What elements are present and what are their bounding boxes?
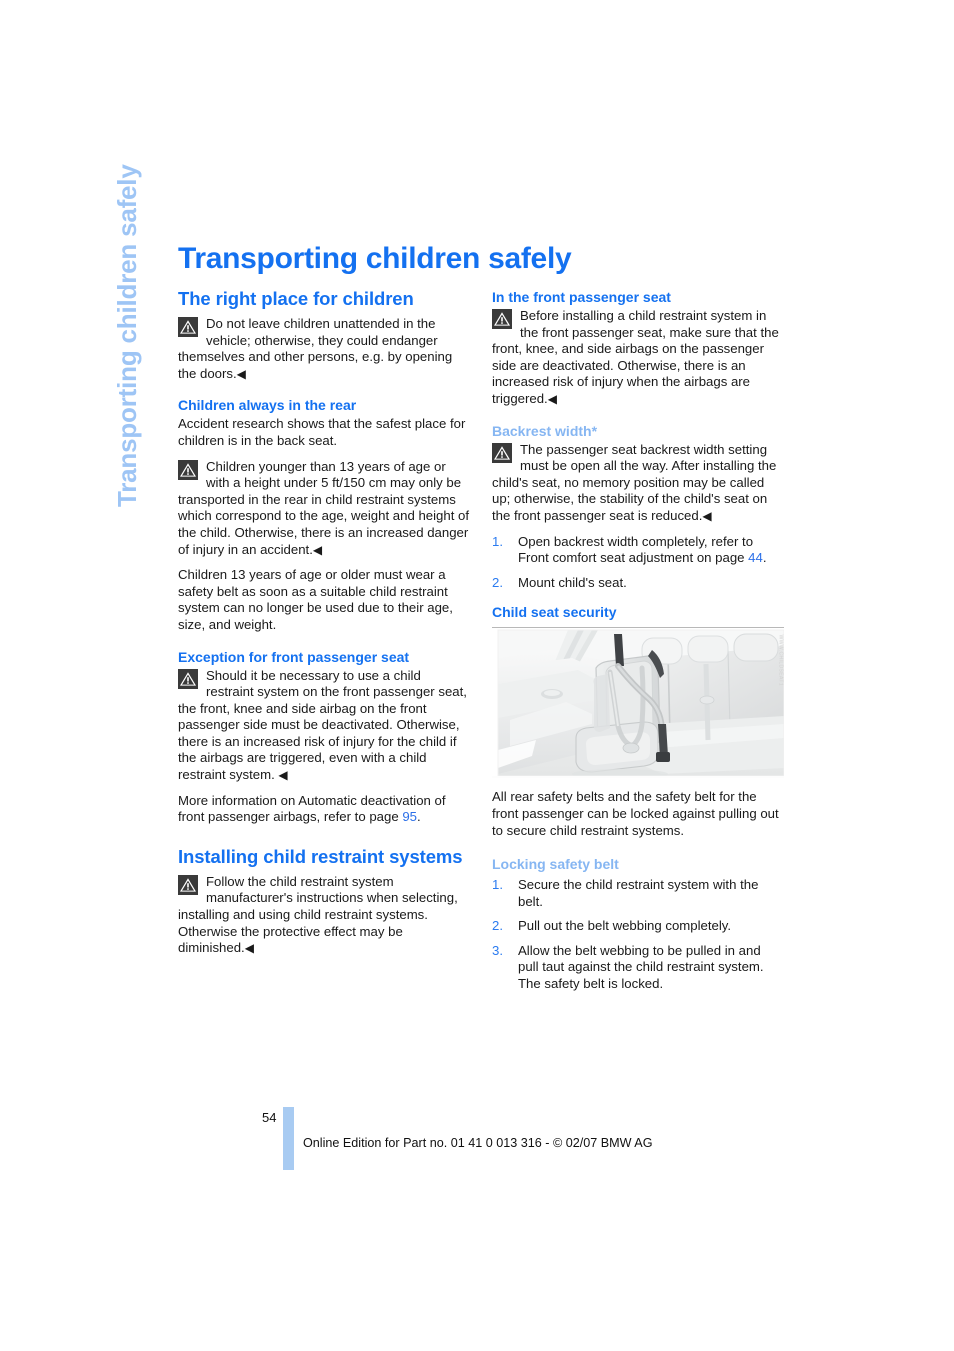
subheading-children-always-rear: Children always in the rear [178,397,357,414]
end-mark: ◀ [236,366,246,381]
warning-paragraph-backrest-width: The passenger seat backrest width settin… [492,442,784,525]
list-item: 3. Allow the belt webbing to be pulled in… [492,943,784,993]
step-text: Secure the child restraint system with t… [518,877,759,909]
step-text: Open backrest width completely, refer to… [518,533,754,566]
warning-triangle-icon [178,668,198,689]
warning-paragraph-unattended: Do not leave children unattended in the … [178,316,470,382]
warning-paragraph-manufacturer: Follow the child restraint system manufa… [178,874,470,957]
warning-triangle-icon [178,317,198,337]
page-reference-44[interactable]: 44 [748,550,763,565]
end-mark: ◀ [244,941,254,956]
right-column: In the front passenger seat Before insta… [492,288,784,1002]
page-title: Transporting children safely [178,242,572,276]
subheading-in-front-passenger-seat: In the front passenger seat [492,289,671,305]
end-mark: ◀ [702,508,712,523]
list-item: 2. Mount child's seat. [492,575,784,592]
list-item: 1. Secure the child restraint system with… [492,877,784,910]
paragraph-accident-research: Accident research shows that the safest … [178,416,466,448]
list-item: 2. Pull out the belt webbing completely. [492,918,784,935]
warning-text: Do not leave children unattended in the … [178,316,453,381]
list-item: 1. Open backrest width completely, refer … [492,534,784,567]
warning-triangle-icon [492,309,512,329]
subheading-backrest-width: Backrest width* [492,422,598,439]
figure-code-watermark: WWW.CHILDSEAT1 [777,634,783,687]
section-heading-right-place: The right place for children [178,288,414,309]
section-heading-installing-systems: Installing child restraint systems [178,845,463,867]
step-number: 1. [492,877,503,893]
warning-text: Before installing a child restraint syst… [492,308,779,406]
warning-text: Children younger than 13 years of age or… [178,458,470,557]
step-number: 3. [492,942,503,958]
warning-triangle-icon [178,874,198,895]
step-number: 1. [492,533,503,549]
step-number: 2. [492,918,503,934]
subheading-child-seat-security: Child seat security [492,604,617,621]
paragraph-text-suffix: . [417,809,421,825]
paragraph-rear-safety-belts: All rear safety belts and the safety bel… [492,789,779,838]
step-text-suffix: . [762,550,767,566]
step-number: 2. [492,574,503,590]
warning-triangle-icon [178,459,198,480]
figure-child-seat-security: WWW.CHILDSEAT1 [492,627,784,779]
warning-text: Should it be necessary to use a child re… [178,667,467,783]
step-text: Pull out the belt webbing completely. [518,918,732,934]
footer-copyright-text: Online Edition for Part no. 01 41 0 013 … [303,1136,653,1150]
end-mark: ◀ [312,542,323,557]
end-mark: ◀ [547,391,557,406]
footer-accent-bar [283,1107,294,1170]
warning-paragraph-under-13: Children younger than 13 years of age or… [178,459,470,559]
steps-locking-safety-belt: 1. Secure the child restraint system with… [492,877,784,993]
child-seat-illustration [492,628,784,777]
step-text: Mount child's seat. [518,574,627,590]
step-text: Allow the belt webbing to be pulled in a… [518,942,764,992]
steps-backrest-width: 1. Open backrest width completely, refer … [492,534,784,592]
end-mark: ◀ [278,768,288,783]
subheading-exception-front-passenger: Exception for front passenger seat [178,648,410,665]
warning-text: The passenger seat backrest width settin… [492,441,777,523]
manual-page: Transporting children safely Transportin… [0,0,954,1351]
warning-paragraph-before-installing: Before installing a child restraint syst… [492,308,784,408]
left-column: The right place for children Do not leav… [178,288,470,966]
warning-text: Follow the child restraint system manufa… [178,873,458,956]
running-head-side-tab: Transporting children safely [112,164,142,507]
paragraph-automatic-deactivation: More information on Automatic deactivati… [178,793,470,826]
warning-triangle-icon [492,442,512,463]
paragraph-13-or-older: Children 13 years of age or older must w… [178,567,453,632]
page-reference-95[interactable]: 95 [402,809,417,824]
subheading-locking-safety-belt: Locking safety belt [492,856,619,873]
page-number: 54 [262,1110,277,1125]
warning-paragraph-exception: Should it be necessary to use a child re… [178,668,470,784]
